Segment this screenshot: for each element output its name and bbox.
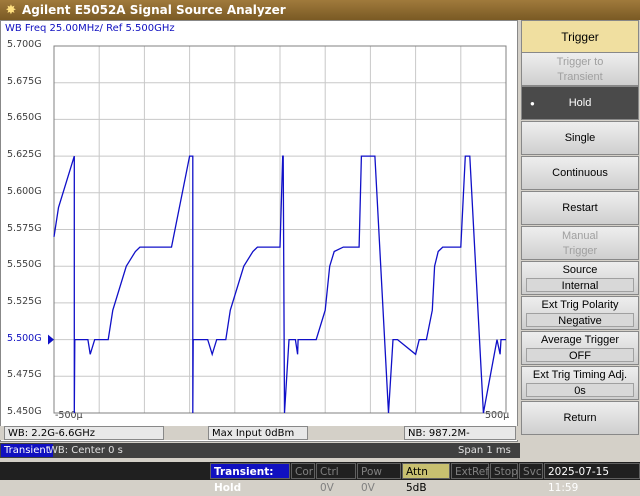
- softkey-manual-trigger-line1: Manual: [561, 230, 599, 242]
- softkey-source[interactable]: Source Internal: [521, 261, 639, 295]
- info-bar: WB: 2.2G-6.6GHz Max Input 0dBm NB: 987.2…: [0, 426, 518, 453]
- title-bar: ✸ Agilent E5052A Signal Source Analyzer: [0, 0, 640, 20]
- softkey-return[interactable]: Return: [521, 401, 639, 435]
- wb-range: WB: 2.2G-6.6GHz: [4, 426, 164, 440]
- nb-range: NB: 987.2M-1.013G*Hz: [404, 426, 516, 453]
- softkey-title: Trigger: [521, 20, 639, 54]
- softkey-hold[interactable]: ● Hold: [521, 86, 639, 120]
- attn-indicator: Attn 5dB: [402, 463, 450, 494]
- bottom-status-bar: Transient: Hold Cor Ctrl 0V Pow 0V Attn …: [0, 462, 640, 494]
- softkey-average-trigger-value: OFF: [526, 348, 634, 362]
- ctrl-indicator: Ctrl 0V: [316, 463, 356, 494]
- softkey-ext-trig-polarity[interactable]: Ext Trig Polarity Negative: [521, 296, 639, 330]
- softkey-hold-label: Hold: [568, 97, 592, 109]
- mode-badge[interactable]: Transient: [1, 444, 53, 457]
- softkey-restart-label: Restart: [562, 202, 598, 214]
- softkey-menu: Trigger Trigger to Transient ● Hold Sing…: [520, 20, 640, 460]
- max-input: Max Input 0dBm: [208, 426, 308, 440]
- softkey-source-value: Internal: [526, 278, 634, 292]
- softkey-single[interactable]: Single: [521, 121, 639, 155]
- softkey-title-label: Trigger: [561, 30, 599, 44]
- pow-indicator: Pow 0V: [357, 463, 401, 494]
- chart-panel: WB Freq 25.00MHz/ Ref 5.500GHz 5.700G 5.6…: [0, 20, 518, 442]
- reference-marker: [48, 334, 54, 345]
- svc-indicator: Svc: [519, 463, 543, 479]
- softkey-source-label: Source: [562, 264, 598, 276]
- extref-indicator: ExtRef: [451, 463, 489, 479]
- status-text: WB: Center 0 s: [48, 445, 123, 456]
- softkey-single-label: Single: [564, 132, 596, 144]
- cor-indicator: Cor: [291, 463, 315, 479]
- softkey-average-trigger-label: Average Trigger: [540, 334, 620, 346]
- softkey-average-trigger[interactable]: Average Trigger OFF: [521, 331, 639, 365]
- agilent-spark-icon: ✸: [5, 2, 17, 17]
- window-title: Agilent E5052A Signal Source Analyzer: [22, 3, 286, 17]
- softkey-trigger-to-transient-line2: Transient: [557, 71, 603, 83]
- softkey-continuous-label: Continuous: [552, 167, 608, 179]
- softkey-ext-trig-polarity-label: Ext Trig Polarity: [541, 299, 619, 311]
- softkey-manual-trigger[interactable]: Manual Trigger: [521, 226, 639, 260]
- softkey-trigger-to-transient-line1: Trigger to: [556, 56, 604, 68]
- softkey-continuous[interactable]: Continuous: [521, 156, 639, 190]
- softkey-ext-trig-timing-adj[interactable]: Ext Trig Timing Adj. 0s: [521, 366, 639, 400]
- datetime: 2025-07-15 11:59: [544, 463, 640, 494]
- status-line: Transient WB: Center 0 s Span 1 ms: [0, 443, 520, 458]
- softkey-return-label: Return: [563, 412, 597, 424]
- span-text: Span 1 ms: [458, 445, 511, 456]
- softkey-trigger-to-transient[interactable]: Trigger to Transient: [521, 52, 639, 86]
- stop-indicator: Stop: [490, 463, 518, 479]
- softkey-ext-trig-timing-value: 0s: [526, 383, 634, 397]
- softkey-ext-trig-polarity-value: Negative: [526, 313, 634, 327]
- bullet-icon: ●: [530, 99, 535, 108]
- softkey-manual-trigger-line2: Trigger: [562, 245, 598, 257]
- transient-hold-badge: Transient: Hold: [210, 463, 290, 494]
- softkey-ext-trig-timing-label: Ext Trig Timing Adj.: [532, 369, 628, 381]
- plot-area[interactable]: [1, 21, 517, 441]
- softkey-restart[interactable]: Restart: [521, 191, 639, 225]
